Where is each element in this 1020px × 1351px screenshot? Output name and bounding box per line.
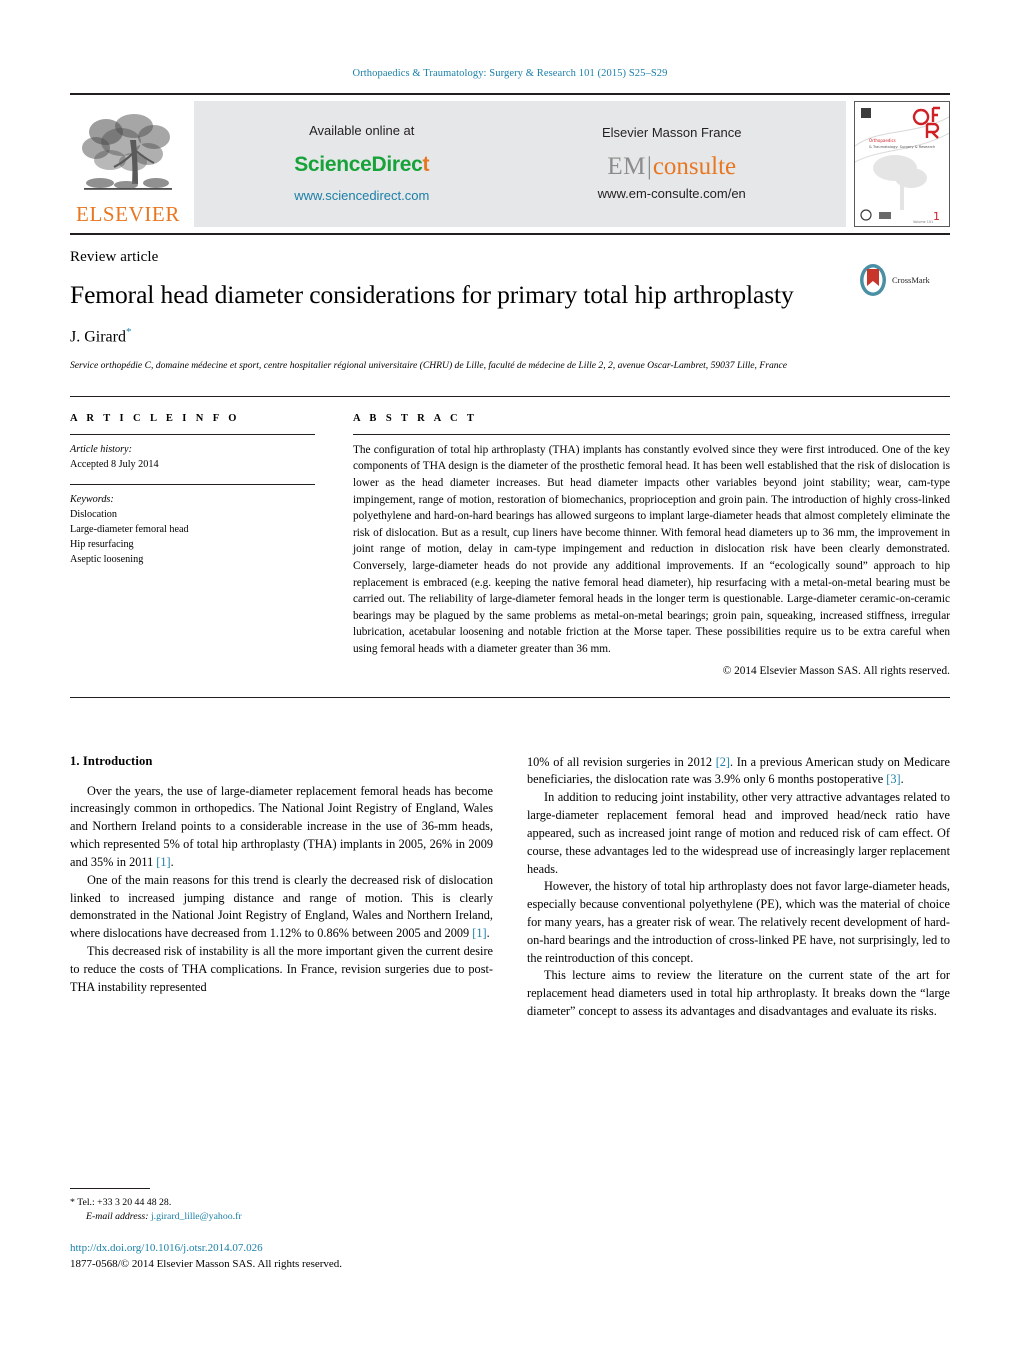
article-page: Orthopaedics & Traumatology: Surgery & R… bbox=[0, 0, 1020, 1351]
body-paragraph: This decreased risk of instability is al… bbox=[70, 944, 493, 994]
svg-text:1: 1 bbox=[933, 210, 940, 223]
citation-link[interactable]: [1] bbox=[156, 855, 170, 869]
info-divider-top bbox=[70, 433, 315, 435]
citation-link[interactable]: [1] bbox=[472, 926, 486, 940]
consulte-wordmark: consulte bbox=[652, 152, 737, 180]
info-divider-mid bbox=[70, 484, 315, 486]
footnote-email-label: E-mail address: bbox=[86, 1211, 149, 1223]
sciencedirect-logo-accent: t bbox=[422, 153, 430, 177]
abstract-divider bbox=[353, 433, 950, 435]
paragraph-text: One of the main reasons for this trend i… bbox=[70, 872, 493, 941]
paragraph-text-tail: . bbox=[170, 854, 174, 869]
section-heading-introduction: 1. Introduction bbox=[70, 753, 153, 768]
article-history-value: Accepted 8 July 2014 bbox=[70, 458, 159, 470]
em-divider: | bbox=[646, 152, 652, 180]
paragraph-text: 10% of all revision surgeries in 2012 bbox=[527, 754, 716, 769]
em-wordmark: EM bbox=[607, 152, 646, 180]
body-paragraph: However, the history of total hip arthro… bbox=[527, 879, 950, 965]
author-footnote-marker[interactable]: * bbox=[126, 326, 132, 338]
affiliation: Service orthopédie C, domaine médecine e… bbox=[70, 360, 788, 372]
footnote-block: * Tel.: +33 3 20 44 48 28. E-mail addres… bbox=[70, 1187, 510, 1225]
available-online-label: Available online at bbox=[309, 122, 415, 138]
author-list: J. Girard* bbox=[70, 326, 844, 346]
paragraph-text-tail: . bbox=[486, 926, 490, 941]
sciencedirect-url[interactable]: www.sciencedirect.com bbox=[294, 187, 429, 205]
issn-copyright: 1877-0568/© 2014 Elsevier Masson SAS. Al… bbox=[70, 1258, 343, 1271]
footnote-email: E-mail address: j.girard_lille@yahoo.fr bbox=[70, 1210, 510, 1225]
svg-text:& Traumatology: Surgery & Rese: & Traumatology: Surgery & Research bbox=[869, 145, 935, 149]
article-info-column: A R T I C L E I N F O Article history: A… bbox=[70, 413, 315, 677]
footnote-tel: * Tel.: +33 3 20 44 48 28. bbox=[70, 1196, 510, 1211]
body-column-left: 1. Introduction Over the years, the use … bbox=[70, 754, 493, 1021]
abstract-heading: A B S T R A C T bbox=[353, 412, 478, 424]
body-column-right: 10% of all revision surgeries in 2012 [2… bbox=[527, 754, 950, 1021]
running-head: Orthopaedics & Traumatology: Surgery & R… bbox=[352, 68, 668, 79]
journal-banner: ELSEVIER Available online at ScienceDire… bbox=[70, 93, 950, 227]
document-footer: http://dx.doi.org/10.1016/j.otsr.2014.07… bbox=[70, 1241, 570, 1273]
banner-content: Available online at ScienceDirect www.sc… bbox=[194, 101, 846, 227]
citation-link[interactable]: [2] bbox=[716, 755, 730, 769]
author-name: J. Girard bbox=[70, 328, 126, 346]
body-paragraph: This lecture aims to review the literatu… bbox=[527, 968, 950, 1019]
elsevier-tree-icon bbox=[76, 110, 180, 202]
footnote-email-value[interactable]: j.girard_lille@yahoo.fr bbox=[151, 1211, 242, 1222]
abstract-column: A B S T R A C T The configuration of tot… bbox=[353, 413, 950, 677]
title-text-group: Review article Femoral head diameter con… bbox=[70, 235, 858, 374]
svg-text:Volume 101: Volume 101 bbox=[913, 220, 933, 224]
body-columns: 1. Introduction Over the years, the use … bbox=[70, 754, 950, 1021]
crossmark-icon bbox=[860, 264, 886, 296]
elsevier-logo: ELSEVIER bbox=[70, 101, 186, 227]
abstract-body: The configuration of total hip arthropla… bbox=[353, 443, 950, 655]
body-paragraph: One of the main reasons for this trend i… bbox=[70, 872, 493, 943]
abstract-copyright: © 2014 Elsevier Masson SAS. All rights r… bbox=[722, 664, 950, 677]
doi-link[interactable]: http://dx.doi.org/10.1016/j.otsr.2014.07… bbox=[70, 1241, 570, 1257]
title-block: Review article Femoral head diameter con… bbox=[70, 235, 950, 374]
footnote-tel-value: Tel.: +33 3 20 44 48 28. bbox=[77, 1196, 172, 1208]
article-type-label: Review article bbox=[70, 249, 159, 265]
keyword-item: Large-diameter femoral head bbox=[70, 524, 189, 536]
keyword-item: Dislocation bbox=[70, 509, 117, 521]
abstract-bottom-divider bbox=[70, 696, 950, 698]
emconsulte-logo: EM|consulte bbox=[598, 154, 746, 179]
body-paragraph: 10% of all revision surgeries in 2012 [2… bbox=[527, 754, 950, 790]
page-title: Femoral head diameter considerations for… bbox=[70, 280, 794, 309]
keywords-label: Keywords: bbox=[70, 494, 114, 506]
svg-text:Orthopaedics: Orthopaedics bbox=[869, 138, 896, 143]
keyword-item: Hip resurfacing bbox=[70, 539, 134, 551]
sciencedirect-logo-main: ScienceDirec bbox=[294, 153, 423, 177]
citation-link[interactable]: [3] bbox=[886, 772, 900, 786]
body-paragraph: In addition to reducing joint instabilit… bbox=[527, 790, 950, 876]
keyword-item: Aseptic loosening bbox=[70, 554, 144, 566]
footnote-divider bbox=[70, 1187, 150, 1189]
emconsulte-block: Elsevier Masson France EM|consulte www.e… bbox=[598, 124, 746, 202]
crossmark-badge[interactable]: CrossMark bbox=[858, 263, 950, 297]
emconsulte-url[interactable]: www.em-consulte.com/en bbox=[598, 185, 746, 203]
article-info-heading: A R T I C L E I N F O bbox=[70, 412, 240, 424]
elsevier-wordmark: ELSEVIER bbox=[76, 202, 180, 226]
masson-label: Elsevier Masson France bbox=[602, 124, 742, 140]
sciencedirect-block: Available online at ScienceDirect www.sc… bbox=[294, 122, 429, 204]
crossmark-label: CrossMark bbox=[892, 275, 930, 285]
info-abstract-region: A R T I C L E I N F O Article history: A… bbox=[70, 395, 950, 677]
footnote-marker: * bbox=[70, 1196, 75, 1208]
paragraph-text: Over the years, the use of large-diamete… bbox=[70, 783, 493, 869]
article-history-label: Article history: bbox=[70, 443, 132, 455]
body-paragraph: Over the years, the use of large-diamete… bbox=[70, 783, 493, 872]
journal-cover-thumbnail: Orthopaedics & Traumatology: Surgery & R… bbox=[854, 101, 950, 227]
paragraph-text-tail: . bbox=[900, 772, 904, 787]
sciencedirect-logo: ScienceDirect bbox=[294, 151, 429, 179]
